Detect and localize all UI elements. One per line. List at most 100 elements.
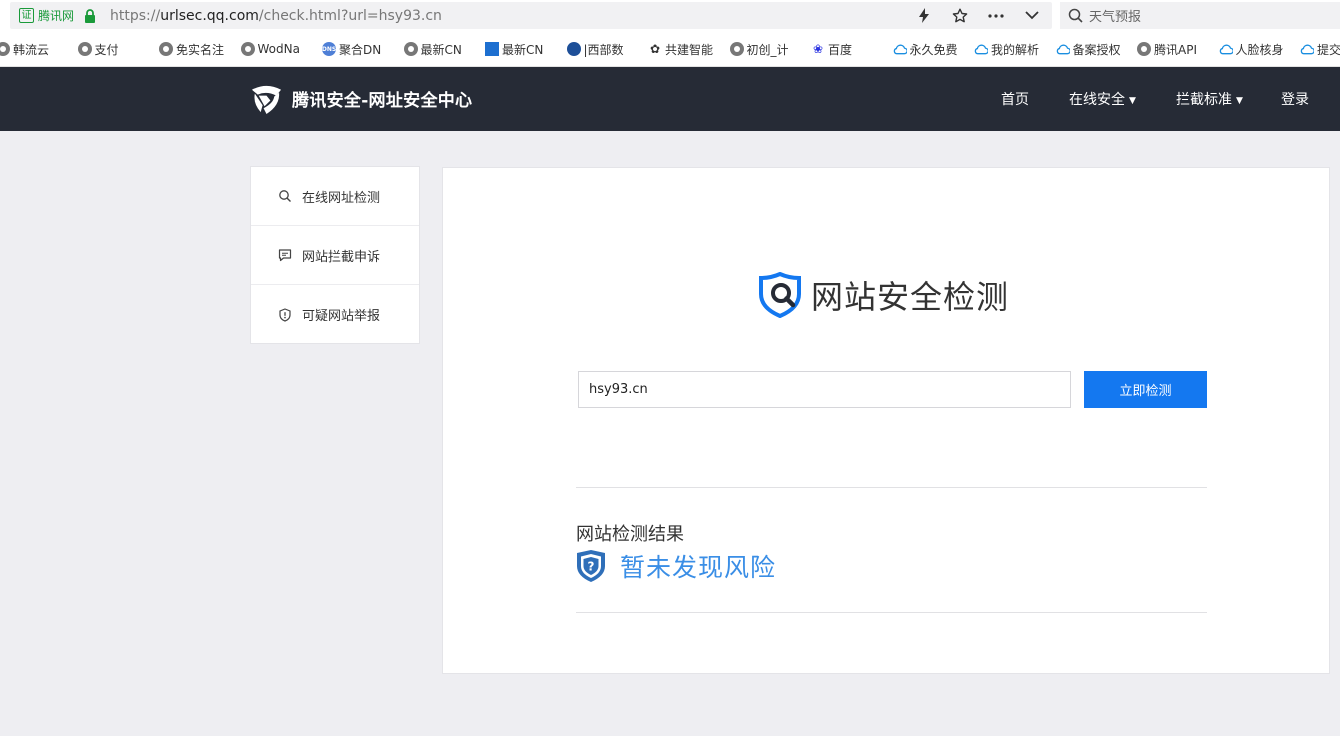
bookmark-label: 免实名注	[176, 42, 225, 57]
url-domain: urlsec.qq.com	[160, 7, 259, 24]
nav-block-standard[interactable]: 拦截标准 ▼	[1176, 89, 1243, 109]
sidebar: 在线网址检测 网站拦截申诉 可疑网站举报	[250, 166, 420, 344]
comment-icon	[278, 248, 292, 262]
site-favicon-icon	[566, 42, 581, 56]
shield-unknown-icon: ?	[577, 550, 605, 582]
caret-down-icon: ▼	[1129, 96, 1136, 106]
svg-text:?: ?	[588, 560, 595, 574]
bookmark-item[interactable]: 我的解析	[974, 41, 1052, 57]
globe-icon	[1137, 42, 1151, 56]
bookmark-label: 共建智能	[665, 42, 714, 57]
check-now-button[interactable]: 立即检测	[1084, 371, 1207, 408]
bookmark-item[interactable]: 永久免费	[893, 41, 971, 57]
bookmark-item[interactable]: 腾讯API	[1137, 41, 1215, 57]
bookmark-label: |西部数	[583, 42, 624, 57]
globe-icon	[159, 42, 173, 56]
bookmark-label: 永久免费	[909, 42, 958, 57]
globe-icon	[403, 42, 418, 56]
bookmark-item[interactable]: ❀ 百度	[811, 41, 889, 57]
tencent-security-logo-icon	[251, 85, 282, 115]
site-title: 腾讯安全-网址安全中心	[292, 91, 473, 111]
globe-icon	[729, 42, 744, 56]
lightning-icon[interactable]	[916, 8, 932, 23]
main-panel: 网站安全检测 立即检测 网站检测结果 ? 暂未发现风险	[442, 167, 1330, 674]
bookmark-label: 腾讯API	[1154, 42, 1197, 57]
bookmark-label: WodNa	[257, 42, 300, 56]
bookmark-item[interactable]: 最新CN	[485, 41, 563, 57]
search-icon	[278, 189, 292, 203]
sidebar-item-label: 在线网址检测	[302, 190, 381, 206]
bookmark-item[interactable]: 初创_计	[729, 41, 808, 57]
site-identity-label: 腾讯网	[38, 9, 75, 23]
chevron-down-icon[interactable]	[1024, 11, 1040, 20]
shield-search-icon	[759, 272, 801, 318]
globe-icon	[77, 42, 92, 56]
nav-login[interactable]: 登录	[1281, 89, 1309, 109]
bookmark-label: 聚合DN	[339, 42, 382, 57]
page-title: 网站安全检测	[811, 278, 1010, 316]
nav-home[interactable]: 首页	[1001, 89, 1029, 109]
bookmarks-bar: 韩流云 支付 免实名注 WodNa DNS 聚合DN 最新CN 最新CN |西部数 ✿ 共建智能 初创…	[0, 31, 1340, 67]
bookmark-label: 初创_计	[746, 42, 789, 57]
search-placeholder: 天气预报	[1089, 10, 1142, 25]
bookmark-label: 人脸核身	[1235, 42, 1284, 57]
sidebar-item-label: 可疑网站举报	[302, 309, 381, 324]
site-header: 腾讯安全-网址安全中心 首页 在线安全 ▼ 拦截标准 ▼ 登录	[0, 67, 1340, 131]
cloud-icon	[1056, 42, 1070, 56]
bookmark-label: 我的解析	[991, 42, 1040, 57]
address-box[interactable]: 证 腾讯网 https://urlsec.qq.com/check.html?u…	[10, 2, 1052, 29]
bookmark-item[interactable]: 最新CN	[403, 41, 482, 57]
url-text[interactable]: https://urlsec.qq.com/check.html?url=hsy…	[110, 8, 442, 24]
bookmark-item[interactable]: 韩流云	[0, 41, 74, 57]
bookmark-label: 支付	[94, 42, 119, 57]
bookmark-label: 韩流云	[13, 42, 50, 57]
cloud-icon	[893, 42, 907, 56]
sidebar-item-appeal[interactable]: 网站拦截申诉	[251, 226, 419, 285]
more-icon[interactable]	[988, 13, 1004, 18]
bookmark-item[interactable]: 提交工单	[1300, 41, 1340, 57]
bookmark-label: 最新CN	[502, 42, 544, 57]
sidebar-item-url-check[interactable]: 在线网址检测	[251, 167, 419, 226]
page-heading: 网站安全检测	[758, 272, 1009, 318]
globe-icon	[240, 42, 255, 56]
certificate-icon: 证	[19, 8, 34, 23]
browser-address-bar: 证 腾讯网 https://urlsec.qq.com/check.html?u…	[0, 0, 1340, 31]
cloud-icon	[1300, 42, 1314, 56]
url-scheme: https://	[110, 7, 161, 24]
huawei-icon: ✿	[649, 42, 661, 56]
cloud-icon	[974, 42, 988, 56]
browser-search-box[interactable]: 天气预报	[1060, 2, 1340, 29]
nav-online-security-label: 在线安全	[1069, 92, 1125, 108]
cloud-icon	[1219, 42, 1233, 56]
result-status: ? 暂未发现风险	[576, 548, 776, 584]
caret-down-icon: ▼	[1236, 96, 1243, 106]
bookmark-item[interactable]: 备案授权	[1056, 41, 1134, 57]
star-icon[interactable]	[952, 7, 968, 24]
bookmark-item[interactable]: WodNa	[240, 41, 319, 57]
bookmark-item[interactable]: 免实名注	[159, 41, 237, 57]
result-text: 暂未发现风险	[620, 553, 777, 582]
nav-online-security[interactable]: 在线安全 ▼	[1069, 89, 1136, 109]
baidu-paw-icon: ❀	[812, 42, 824, 56]
bookmark-item[interactable]: 支付	[77, 41, 156, 57]
bookmark-item[interactable]: DNS 聚合DN	[322, 41, 400, 57]
sidebar-item-report[interactable]: 可疑网站举报	[251, 285, 419, 344]
bookmark-label: 提交工单	[1317, 42, 1340, 57]
shield-alert-icon	[278, 307, 292, 322]
site-logo[interactable]: 腾讯安全-网址安全中心	[250, 82, 472, 115]
search-icon	[1068, 8, 1083, 23]
divider	[576, 612, 1207, 613]
url-input[interactable]	[578, 371, 1071, 408]
bookmark-item[interactable]: 人脸核身	[1219, 41, 1297, 57]
site-identity-badge[interactable]: 证 腾讯网	[19, 7, 74, 24]
sidebar-item-label: 网站拦截申诉	[302, 249, 381, 265]
dns-icon: DNS	[322, 42, 336, 56]
lock-icon	[84, 8, 96, 23]
bookmark-item[interactable]: |西部数	[566, 41, 645, 57]
bookmark-label: 备案授权	[1072, 42, 1121, 57]
bookmark-item[interactable]: ✿ 共建智能	[648, 41, 726, 57]
bookmark-label: 百度	[828, 42, 853, 57]
bookmark-label: 最新CN	[420, 42, 462, 57]
globe-icon	[0, 42, 10, 56]
result-heading: 网站检测结果	[576, 524, 684, 545]
